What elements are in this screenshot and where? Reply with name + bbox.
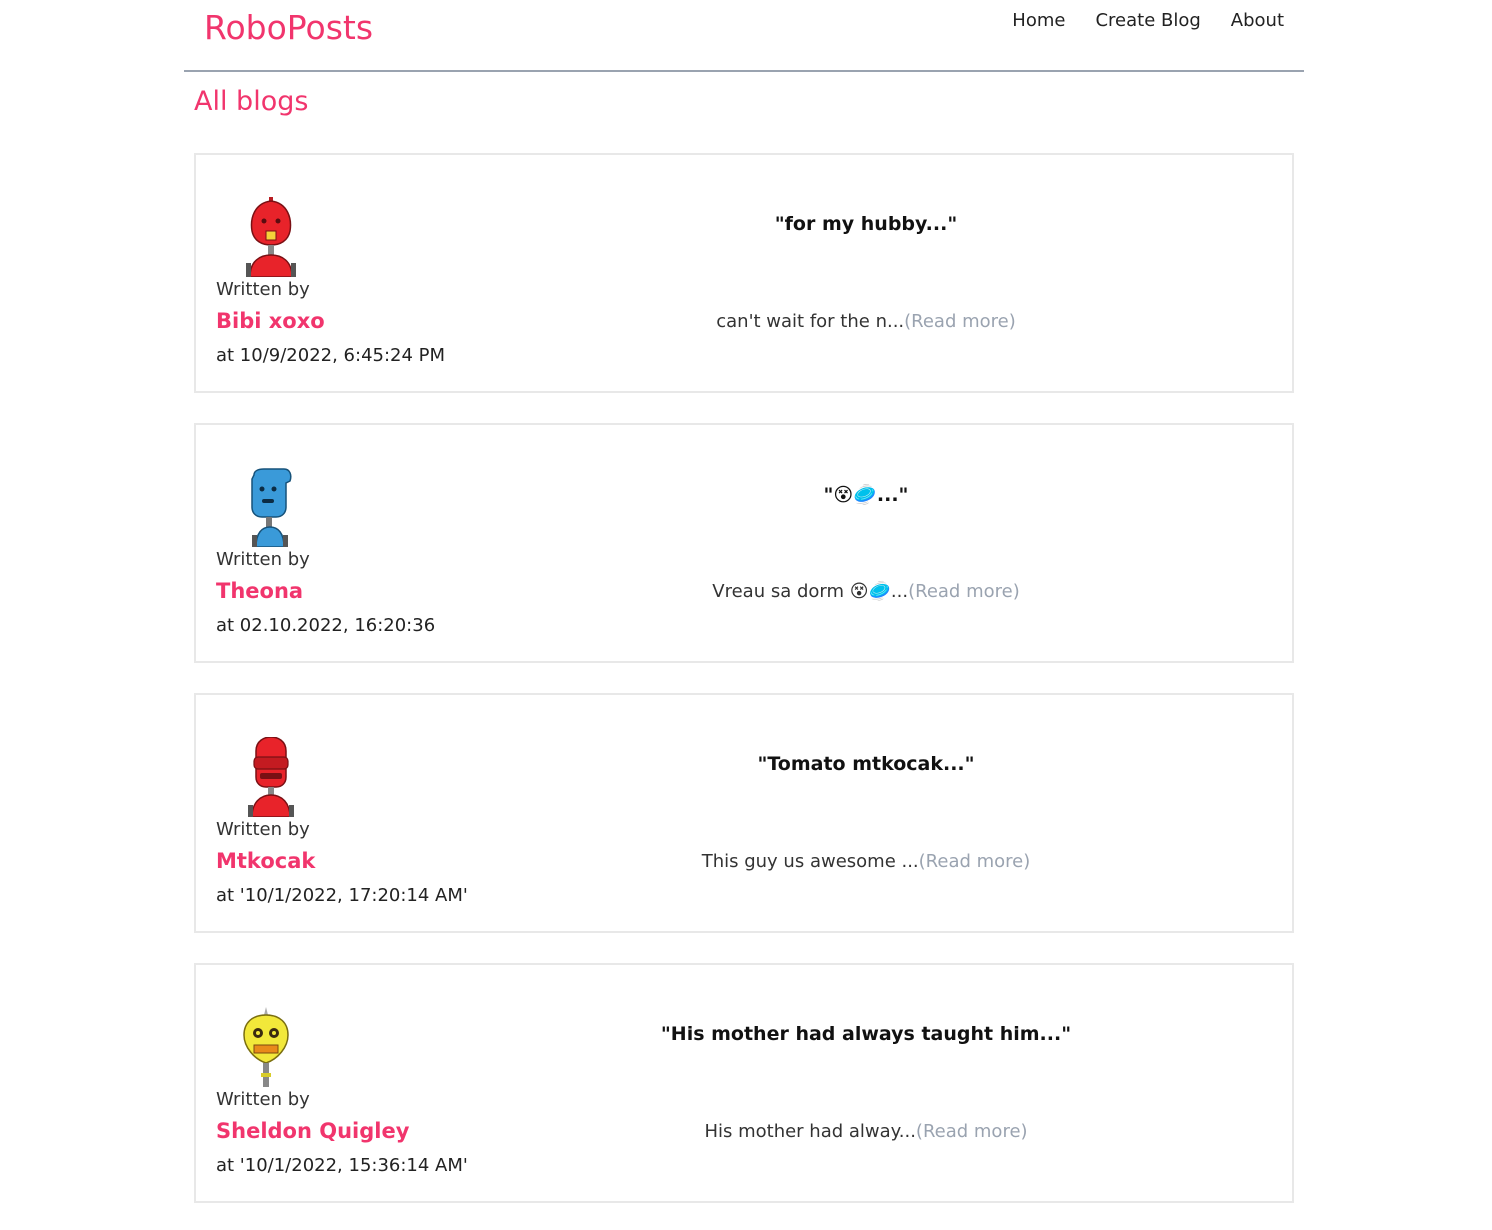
blog-excerpt: Vreau sa dorm 😵🥏...(Read more) — [556, 581, 1176, 602]
navbar: RoboPosts Home Create Blog About — [184, 0, 1304, 72]
blog-card[interactable]: Written by Theona at 02.10.2022, 16:20:3… — [194, 423, 1294, 663]
blog-title: "for my hubby..." — [774, 213, 958, 235]
post-date: at '10/1/2022, 15:36:14 AM' — [216, 1155, 468, 1176]
excerpt-text: can't wait for the n... — [716, 311, 905, 332]
nav-links: Home Create Blog About — [1012, 10, 1284, 31]
yellow-robot-icon — [243, 1007, 289, 1087]
written-by-label: Written by — [216, 279, 310, 300]
blog-excerpt: His mother had alway...(Read more) — [556, 1121, 1176, 1142]
blog-title: "Tomato mtkocak..." — [757, 753, 975, 775]
red-robot-icon — [248, 737, 294, 817]
blog-title: "😵🥏..." — [823, 484, 909, 506]
post-date: at 02.10.2022, 16:20:36 — [216, 615, 436, 636]
read-more-link[interactable]: (Read more) — [916, 1121, 1028, 1142]
written-by-label: Written by — [216, 549, 310, 570]
read-more-link[interactable]: (Read more) — [919, 851, 1031, 872]
blog-card[interactable]: Written by Sheldon Quigley at '10/1/2022… — [194, 963, 1294, 1203]
excerpt-text: His mother had alway... — [704, 1121, 916, 1142]
blog-card[interactable]: Written by Mtkocak at '10/1/2022, 17:20:… — [194, 693, 1294, 933]
nav-link-create-blog[interactable]: Create Blog — [1095, 10, 1200, 31]
red-robot-icon — [246, 197, 296, 277]
excerpt-text: Vreau sa dorm 😵🥏... — [712, 581, 909, 602]
excerpt-text: This guy us awesome ... — [701, 851, 919, 872]
author-name[interactable]: Bibi xoxo — [216, 309, 325, 333]
author-name[interactable]: Theona — [216, 579, 303, 603]
brand-logo[interactable]: RoboPosts — [204, 8, 373, 47]
author-name[interactable]: Mtkocak — [216, 849, 315, 873]
nav-link-home[interactable]: Home — [1012, 10, 1065, 31]
author-name[interactable]: Sheldon Quigley — [216, 1119, 409, 1143]
blog-card[interactable]: Written by Bibi xoxo at 10/9/2022, 6:45:… — [194, 153, 1294, 393]
read-more-link[interactable]: (Read more) — [904, 311, 1016, 332]
blue-robot-icon — [251, 468, 292, 547]
nav-link-about[interactable]: About — [1231, 10, 1284, 31]
post-date: at 10/9/2022, 6:45:24 PM — [216, 345, 446, 366]
blog-excerpt: can't wait for the n...(Read more) — [556, 311, 1176, 332]
blog-list: Written by Bibi xoxo at 10/9/2022, 6:45:… — [194, 153, 1294, 1230]
blog-excerpt: This guy us awesome ...(Read more) — [556, 851, 1176, 872]
written-by-label: Written by — [216, 1089, 310, 1110]
page-title: All blogs — [194, 86, 309, 117]
read-more-link[interactable]: (Read more) — [908, 581, 1020, 602]
post-date: at '10/1/2022, 17:20:14 AM' — [216, 885, 468, 906]
written-by-label: Written by — [216, 819, 310, 840]
blog-title: "His mother had always taught him..." — [660, 1023, 1072, 1045]
